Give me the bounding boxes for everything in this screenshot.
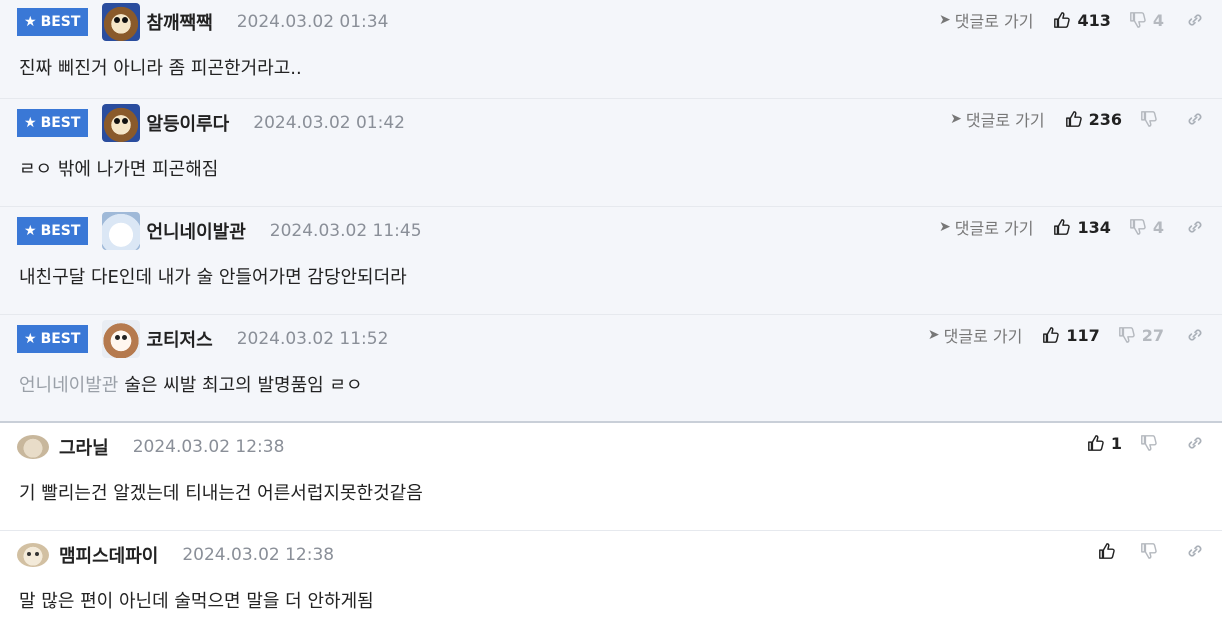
thumbs-up-icon: [1087, 435, 1104, 451]
upvote-button[interactable]: 117: [1042, 325, 1100, 345]
thumbs-down-icon: [1141, 111, 1157, 127]
comment-meta: ★ BEST 코티저스 2024.03.02 11:52: [17, 320, 389, 358]
best-badge: ★ BEST: [17, 109, 89, 137]
comment-text: 진짜 삐진거 아니라 좀 피곤한거라고..: [19, 58, 302, 79]
comment-actions: ➤ 댓글로 가기 413 4: [939, 8, 1204, 32]
downvote-count: 4: [1152, 10, 1164, 30]
comment-text: 말 많은 편이 아닌데 술먹으면 말을 더 안하게됨: [19, 591, 374, 612]
comment-item: ★ BEST 코티저스 2024.03.02 11:52 ➤ 댓글로 가기 117 …: [0, 315, 1222, 423]
downvote-button[interactable]: 4: [1129, 218, 1164, 237]
star-icon: ★: [24, 14, 37, 30]
best-badge: ★ BEST: [17, 8, 89, 36]
star-icon: ★: [24, 223, 37, 239]
comment-text: 언니네이발관 술은 씨발 최고의 발명품임 ㄹㅇ: [19, 375, 363, 396]
comment-meta: ★ BEST 알등이루다 2024.03.02 01:42: [17, 104, 405, 142]
timestamp: 2024.03.02 01:42: [253, 113, 405, 133]
goto-comment-link[interactable]: ➤ 댓글로 가기: [939, 215, 1033, 239]
send-arrow-icon: ➤: [927, 327, 940, 343]
thumbs-up-icon: [1099, 543, 1115, 559]
thumbs-up-icon: [1065, 111, 1082, 127]
link-icon[interactable]: [1186, 218, 1204, 236]
comment-item: ★ BEST 언니네이발관 2024.03.02 11:45 ➤ 댓글로 가기 13…: [0, 207, 1222, 315]
nickname[interactable]: 코티저스: [146, 326, 212, 352]
thumbs-down-icon: [1141, 543, 1157, 559]
comment-actions: ➤ 댓글로 가기 117 27: [928, 323, 1204, 347]
downvote-button[interactable]: 27: [1118, 326, 1164, 345]
comment-meta: 그라닐 2024.03.02 12:38: [17, 431, 284, 463]
upvote-button[interactable]: 236: [1065, 110, 1122, 129]
star-icon: ★: [24, 331, 37, 347]
downvote-button[interactable]: [1140, 434, 1164, 452]
link-icon[interactable]: [1186, 11, 1204, 29]
best-badge: ★ BEST: [17, 217, 89, 245]
thumbs-down-icon: [1118, 327, 1135, 343]
goto-comment-link[interactable]: ➤ 댓글로 가기: [950, 107, 1044, 131]
upvote-button[interactable]: 1: [1087, 434, 1122, 453]
avatar[interactable]: [17, 543, 49, 567]
comment-item: 맴피스데파이 2024.03.02 12:38 말 많은 편이 아닌데 술먹으면…: [0, 531, 1222, 639]
upvote-button[interactable]: 413: [1053, 10, 1111, 30]
comment-item: ★ BEST 알등이루다 2024.03.02 01:42 ➤ 댓글로 가기 236…: [0, 99, 1222, 207]
comment-actions: 1: [1087, 431, 1204, 455]
thumbs-up-icon: [1054, 219, 1071, 235]
best-badge: ★ BEST: [17, 325, 89, 353]
comment-text: ㄹㅇ 밖에 나가면 피곤해짐: [19, 159, 219, 180]
goto-comment-link[interactable]: ➤ 댓글로 가기: [939, 8, 1033, 32]
avatar[interactable]: [102, 3, 141, 41]
nickname[interactable]: 맴피스데파이: [59, 542, 158, 568]
comment-actions: ➤ 댓글로 가기 134 4: [939, 215, 1204, 239]
nickname[interactable]: 참깨짹짹: [146, 9, 212, 35]
comment-meta: 맴피스데파이 2024.03.02 12:38: [17, 539, 334, 571]
comment-item: 그라닐 2024.03.02 12:38 1 기 빨리는건 알겠는데 티내는건 …: [0, 423, 1222, 531]
timestamp: 2024.03.02 11:45: [269, 221, 422, 241]
comment-text: 내친구달 다E인데 내가 술 안들어가면 감당안되더라: [19, 267, 407, 288]
send-arrow-icon: ➤: [950, 111, 962, 127]
link-icon[interactable]: [1186, 542, 1204, 560]
upvote-count: 236: [1088, 109, 1122, 129]
comment-meta: ★ BEST 언니네이발관 2024.03.02 11:45: [17, 212, 422, 250]
upvote-count: 134: [1077, 217, 1111, 237]
nickname[interactable]: 알등이루다: [146, 110, 229, 136]
comment-meta: ★ BEST 참깨짹짹 2024.03.02 01:34: [17, 3, 389, 41]
upvote-count: 1: [1110, 433, 1122, 453]
avatar[interactable]: [102, 212, 141, 250]
nickname[interactable]: 그라닐: [59, 434, 109, 460]
downvote-button[interactable]: [1140, 110, 1164, 128]
avatar[interactable]: [17, 435, 49, 459]
downvote-button[interactable]: 4: [1129, 11, 1164, 30]
downvote-button[interactable]: [1140, 542, 1164, 560]
send-arrow-icon: ➤: [939, 219, 951, 235]
avatar[interactable]: [102, 320, 141, 358]
upvote-count: 117: [1066, 325, 1100, 345]
comment-actions: ➤ 댓글로 가기 236: [950, 107, 1204, 131]
thumbs-up-icon: [1054, 12, 1071, 28]
timestamp: 2024.03.02 12:38: [182, 545, 335, 565]
comment-list: ★ BEST 참깨짹짹 2024.03.02 01:34 ➤ 댓글로 가기 413 …: [0, 0, 1222, 639]
mention-link[interactable]: 언니네이발관: [19, 375, 118, 396]
timestamp: 2024.03.02 01:34: [236, 12, 389, 32]
goto-comment-link[interactable]: ➤ 댓글로 가기: [928, 323, 1022, 347]
comment-text: 기 빨리는건 알겠는데 티내는건 어른서럽지못한것같음: [19, 483, 423, 504]
timestamp: 2024.03.02 11:52: [236, 329, 389, 349]
downvote-count: 4: [1152, 217, 1164, 237]
star-icon: ★: [24, 115, 37, 131]
timestamp: 2024.03.02 12:38: [132, 437, 285, 457]
link-icon[interactable]: [1186, 434, 1204, 452]
comment-actions: [1098, 539, 1204, 563]
thumbs-down-icon: [1129, 12, 1146, 28]
nickname[interactable]: 언니네이발관: [146, 218, 245, 244]
avatar[interactable]: [102, 104, 141, 142]
thumbs-down-icon: [1129, 219, 1146, 235]
upvote-button[interactable]: 134: [1053, 217, 1111, 237]
thumbs-down-icon: [1141, 435, 1157, 451]
thumbs-up-icon: [1043, 327, 1060, 343]
link-icon[interactable]: [1186, 110, 1204, 128]
upvote-count: 413: [1077, 10, 1111, 30]
upvote-button[interactable]: [1098, 542, 1122, 560]
send-arrow-icon: ➤: [939, 12, 951, 28]
comment-item: ★ BEST 참깨짹짹 2024.03.02 01:34 ➤ 댓글로 가기 413 …: [0, 0, 1222, 99]
downvote-count: 27: [1141, 325, 1164, 345]
link-icon[interactable]: [1186, 326, 1204, 344]
